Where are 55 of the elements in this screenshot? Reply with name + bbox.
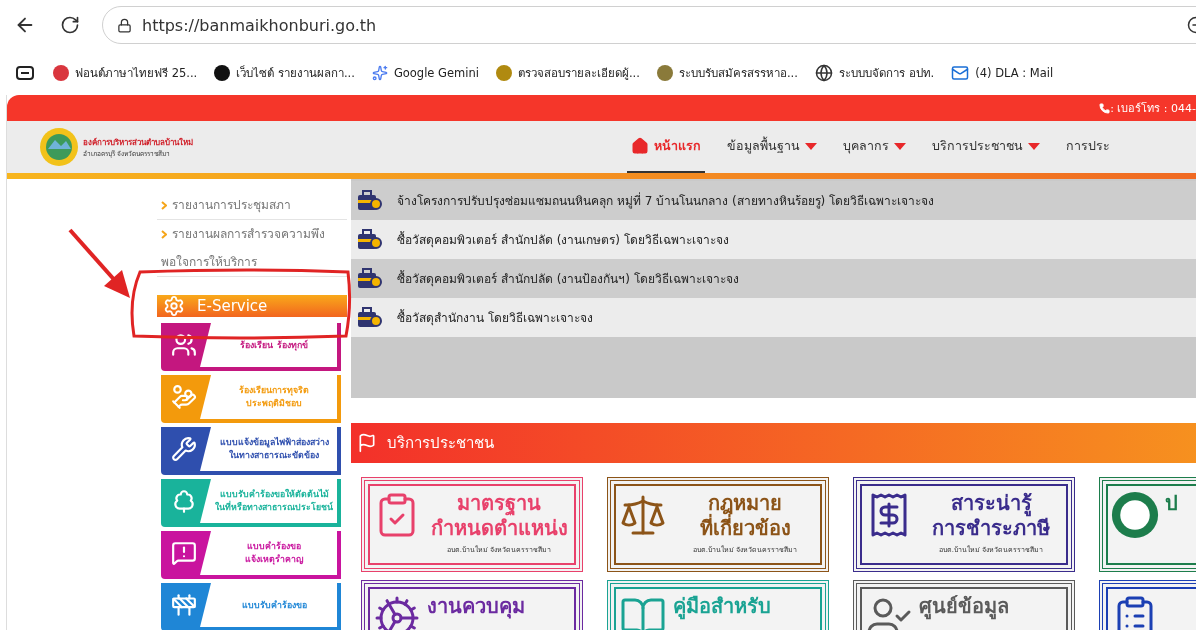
sidebar-link[interactable]: รายงานการประชุมสภา bbox=[157, 191, 347, 220]
flag-icon bbox=[357, 433, 377, 453]
nav-tab[interactable]: บริการประชาชน bbox=[928, 121, 1044, 173]
emblem-logo bbox=[39, 127, 79, 167]
procurement-link[interactable]: ซื้อวัสดุคอมพิวเตอร์ สำนักปลัด (งานเกษตร) โดยวิธีเฉพาะเจาะจง bbox=[351, 220, 1196, 259]
briefcase-search-icon bbox=[357, 227, 383, 252]
e-service-link[interactable]: แบบแจ้งข้อมูลไฟฟ้าส่องสว่าง ในทางสาธารณะขัดข้อง bbox=[161, 427, 341, 475]
warning-message-icon bbox=[171, 540, 197, 566]
phone-number: : เบอร์โทร : 044- bbox=[1110, 101, 1196, 117]
bookmark-link[interactable]: Google Gemini bbox=[371, 64, 479, 81]
wrench-icon bbox=[171, 436, 197, 462]
service-banner[interactable]: ป bbox=[1099, 477, 1196, 572]
briefcase-search-icon bbox=[357, 266, 383, 291]
chevron-icon bbox=[161, 201, 167, 210]
caret-icon bbox=[894, 142, 906, 150]
e-service-link[interactable]: แบบคำร้องขอ แจ้งเหตุรำคาญ bbox=[161, 531, 341, 579]
gears-icon bbox=[163, 295, 185, 317]
bookmark-link[interactable]: ตรวจสอบรายละเอียดผู้... bbox=[495, 63, 640, 82]
people-icon bbox=[171, 332, 197, 358]
caret-icon bbox=[805, 142, 817, 150]
sidebar-link[interactable]: รายงานผลการสำรวจความพึงพอใจการให้บริการ bbox=[157, 220, 347, 277]
bookmark-link[interactable]: ฟอนต์ภาษาไทยฟรี 25... bbox=[53, 63, 198, 82]
procurement-link[interactable]: ซื้อวัสดุสำนักงาน โดยวิธีเฉพาะเจาะจง bbox=[351, 298, 1196, 337]
procurement-link[interactable]: ซื้อวัสดุคอมพิวเตอร์ สำนักปลัด (งานป้องกันฯ) โดยวิธีเฉพาะเจาะจง bbox=[351, 259, 1196, 298]
tab-search-icon[interactable] bbox=[14, 63, 36, 82]
e-service-link[interactable]: ร้องเรียน ร้องทุกข์ bbox=[161, 323, 341, 371]
e-service-link[interactable]: แบบรับคำร้องขอ bbox=[161, 583, 341, 630]
service-banner[interactable]: งานควบคุม bbox=[361, 580, 583, 630]
section-header: บริการประชาชน bbox=[351, 423, 1196, 463]
home-icon bbox=[631, 137, 649, 155]
briefcase-search-icon bbox=[357, 188, 383, 213]
bookmark-link[interactable]: ระบบรับสมัครสรรหาอ... bbox=[656, 63, 798, 82]
bookmark-link[interactable]: เว็บไซต์ รายงานผลกา... bbox=[214, 63, 355, 82]
globe-icon bbox=[814, 63, 833, 82]
nav-tab[interactable]: การประ bbox=[1062, 121, 1114, 173]
logo-title: องค์การบริหารส่วนตำบลบ้านใหม่ bbox=[83, 136, 193, 149]
nav-tab[interactable]: ข้อมูลพื้นฐาน bbox=[723, 121, 821, 173]
e-service-header: E-Service bbox=[157, 295, 347, 317]
caret-icon bbox=[1028, 142, 1040, 150]
bookmark-link[interactable]: (4) DLA : Mail bbox=[951, 63, 1054, 82]
road-barrier-icon bbox=[171, 592, 197, 618]
coin-hand-icon bbox=[171, 384, 197, 410]
gear-icon bbox=[373, 594, 421, 630]
phone-icon bbox=[1099, 102, 1111, 114]
briefcase-search-icon bbox=[357, 305, 383, 330]
bookmark-link[interactable]: ระบบบจัดการ อปท. bbox=[814, 63, 935, 82]
mail-icon bbox=[951, 63, 970, 82]
nav-tab[interactable]: บุคลากร bbox=[839, 121, 910, 173]
chevron-icon bbox=[161, 230, 167, 239]
sparkle-icon bbox=[371, 64, 388, 81]
service-banner[interactable]: ศูนย์ข้อมูล bbox=[853, 580, 1075, 630]
procurement-link[interactable]: จ้างโครงการปรับปรุงซ่อมแซมถนนหินคลุก หมู่ที่ 7 บ้านโนนกลาง (สายทางหินร้อยรู) โดยวิธีเฉพาะเจาะจง bbox=[351, 181, 1196, 220]
tree-icon bbox=[171, 488, 197, 514]
annotation-arrow bbox=[68, 228, 130, 298]
lock-icon bbox=[117, 17, 132, 33]
